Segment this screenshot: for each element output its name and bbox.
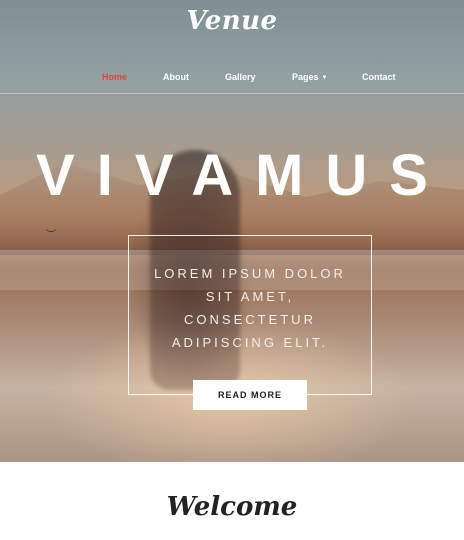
nav-item-contact[interactable]: Contact — [362, 72, 396, 82]
nav-item-gallery[interactable]: Gallery — [225, 72, 256, 82]
hero-section: ︶ Venue Home About Gallery Pages ▼ Contac… — [0, 0, 464, 462]
tagline-line-1: LOREM IPSUM DOLOR — [154, 266, 346, 281]
nav-divider — [0, 93, 464, 94]
caret-down-icon: ▼ — [321, 74, 328, 81]
main-nav: Home About Gallery Pages ▼ Contact — [0, 72, 464, 86]
read-more-button[interactable]: READ MORE — [193, 380, 307, 410]
tagline-line-2: SIT AMET, — [205, 289, 295, 304]
nav-item-home[interactable]: Home — [102, 72, 127, 82]
welcome-title: Welcome — [166, 492, 298, 522]
hero-tagline: LOREM IPSUM DOLOR SIT AMET, CONSECTETUR … — [140, 262, 360, 354]
nav-item-pages[interactable]: Pages ▼ — [292, 72, 327, 82]
tagline-line-4: ADIPISCING ELIT. — [171, 335, 329, 350]
bird-icon: ︶ — [46, 230, 56, 241]
brand-logo[interactable]: Venue — [0, 6, 464, 36]
nav-item-about[interactable]: About — [163, 72, 189, 82]
tagline-line-3: CONSECTETUR — [184, 312, 316, 327]
nav-item-pages-label: Pages — [292, 72, 319, 82]
hero-headline: VIVAMUS — [36, 143, 450, 208]
